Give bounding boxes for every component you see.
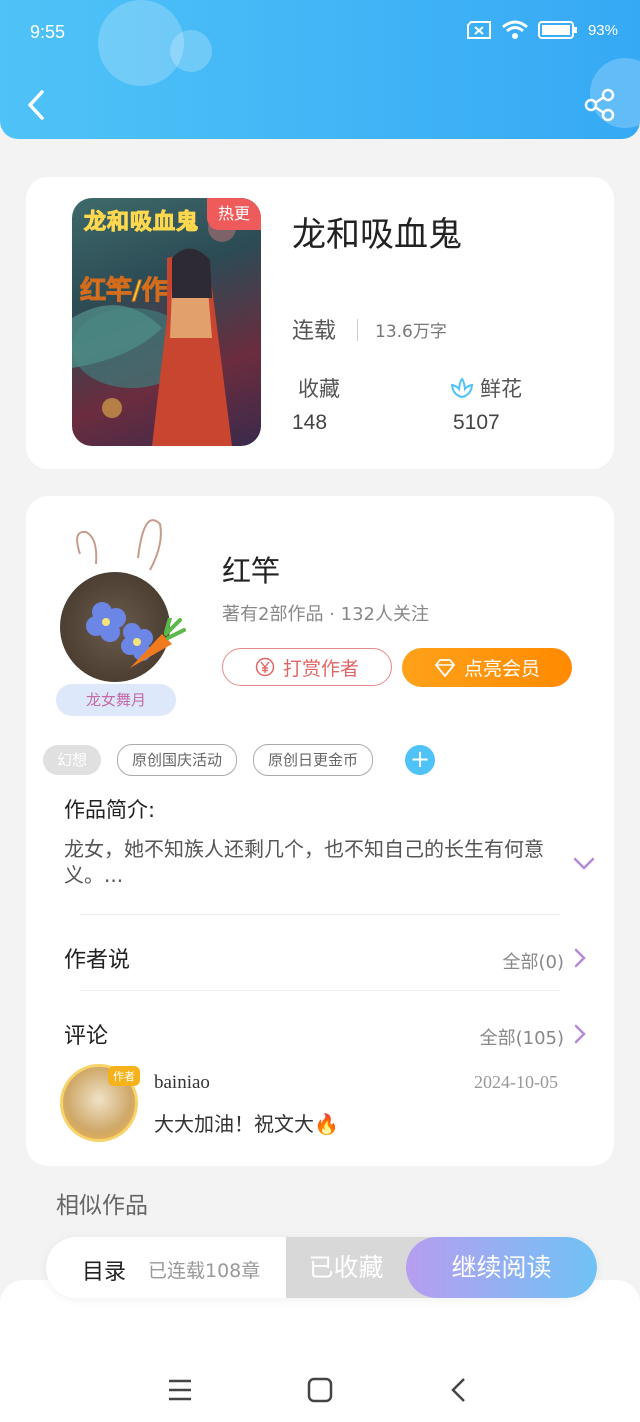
favorites-label: 收藏	[298, 377, 340, 401]
flowers-stat[interactable]: 鲜花	[450, 373, 522, 403]
toc-label: 目录	[82, 1260, 127, 1285]
add-tag-button[interactable]: +	[405, 745, 436, 775]
share-button[interactable]	[584, 88, 616, 122]
favorited-label: 已收藏	[308, 1253, 384, 1282]
continue-reading-button[interactable]: 继续阅读	[406, 1237, 597, 1298]
flower-icon	[450, 377, 474, 399]
author-says-link[interactable]: 全部(0)	[503, 948, 565, 974]
author-avatar-frame[interactable]	[60, 508, 190, 682]
status-time: 9:55	[30, 22, 66, 42]
reward-author-label: 打赏作者	[282, 657, 359, 680]
author-name[interactable]: 红竿	[222, 548, 280, 590]
intro-title: 作品简介:	[64, 798, 156, 822]
comment-username[interactable]: bainiao	[154, 1072, 210, 1094]
yen-coin-icon	[255, 657, 275, 677]
author-card: 龙女舞月 红竿 著有2部作品 · 132人关注 打赏作者 点亮会员 幻想 原创国…	[26, 496, 614, 1166]
back-button[interactable]	[22, 88, 52, 122]
cover-author: 红竿/作	[80, 276, 168, 307]
tag-item[interactable]: 原创国庆活动	[117, 744, 238, 776]
carrot-icon	[130, 618, 186, 668]
status-icons: 93%	[466, 20, 618, 40]
system-nav-area	[0, 1280, 640, 1422]
comments-title: 评论	[64, 1024, 109, 1049]
chevron-right-icon	[574, 1024, 586, 1044]
battery-percent: 93%	[587, 21, 618, 39]
author-badge: 作者	[108, 1066, 140, 1086]
tag-list: 幻想 原创国庆活动 原创日更金币 +	[43, 744, 436, 776]
favorites-value: 148	[292, 411, 328, 434]
cover-title: 龙和吸血鬼	[83, 210, 200, 236]
wifi-icon	[502, 20, 528, 39]
flowers-label: 鲜花	[480, 377, 522, 401]
bottom-action-bar: 目录 已连载108章 已收藏 继续阅读	[46, 1237, 597, 1298]
continue-reading-label: 继续阅读	[451, 1253, 552, 1282]
flowers-value: 5107	[453, 411, 500, 434]
battery-icon	[537, 21, 577, 39]
decor-bubble	[170, 30, 212, 72]
comment-date: 2024-10-05	[474, 1072, 558, 1092]
book-card: 龙和吸血鬼 红竿/作 热更 龙和吸血鬼 连载 13.6万字 收藏 148 鲜花 …	[26, 177, 614, 469]
author-says-title: 作者说	[64, 948, 131, 973]
diamond-icon	[434, 658, 456, 677]
chevron-left-icon	[28, 90, 44, 120]
vip-button[interactable]: 点亮会员	[402, 648, 572, 687]
share-icon	[584, 88, 615, 122]
author-meta: 著有2部作品 · 132人关注	[222, 604, 429, 625]
divider	[357, 319, 358, 341]
chapter-count: 已连载108章	[148, 1260, 261, 1282]
genre-tag[interactable]: 幻想	[43, 745, 102, 775]
intro-text: 龙女，她不知族人还剩几个，也不知自己的长生有何意义。...	[64, 837, 544, 887]
word-count: 13.6万字	[375, 322, 447, 342]
home-icon[interactable]	[306, 1376, 334, 1404]
book-status: 连载	[292, 319, 337, 344]
reward-author-button[interactable]: 打赏作者	[222, 648, 392, 686]
comments-link[interactable]: 全部(105)	[480, 1024, 564, 1050]
comment-text: 大大加油！祝文大🔥	[154, 1112, 339, 1136]
hot-update-badge: 热更	[207, 198, 261, 230]
tag-item[interactable]: 原创日更金币	[253, 744, 374, 776]
divider	[80, 914, 560, 915]
chevron-down-icon[interactable]	[572, 856, 596, 872]
header: 9:55 93%	[0, 0, 640, 139]
book-title: 龙和吸血鬼	[292, 215, 462, 255]
chevron-right-icon	[574, 948, 586, 968]
similar-works-title: 相似作品	[56, 1193, 148, 1219]
divider	[80, 990, 560, 991]
author-title-badge: 龙女舞月	[56, 684, 176, 716]
book-cover[interactable]: 龙和吸血鬼 红竿/作 热更	[72, 198, 261, 446]
back-nav-icon[interactable]	[446, 1376, 474, 1404]
sim-icon	[466, 21, 491, 39]
vip-label: 点亮会员	[463, 658, 540, 680]
menu-icon[interactable]	[166, 1376, 194, 1404]
